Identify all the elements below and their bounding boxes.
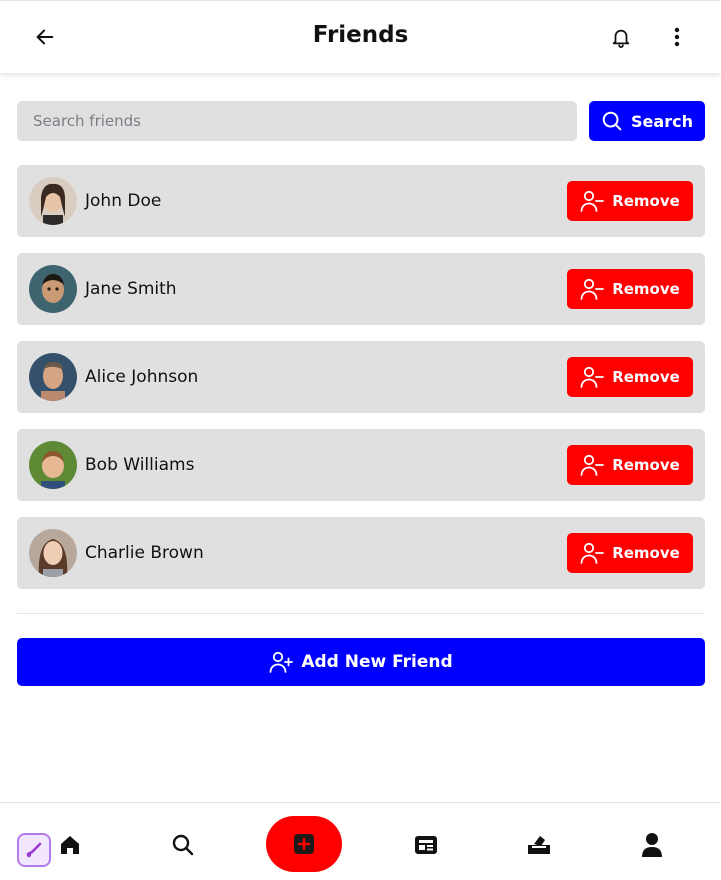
profile-icon [642, 833, 662, 857]
more-options-button[interactable] [661, 21, 693, 53]
user-minus-icon [580, 190, 605, 212]
friend-name: Jane Smith [85, 279, 177, 299]
remove-friend-button[interactable]: Remove [567, 181, 693, 221]
list-item: John Doe Remove [17, 165, 705, 237]
list-item: Alice Johnson Remove [17, 341, 705, 413]
remove-label: Remove [612, 456, 680, 474]
remove-label: Remove [612, 192, 680, 210]
add-new-friend-label: Add New Friend [301, 652, 453, 672]
friend-name: Bob Williams [85, 455, 195, 475]
user-plus-icon [269, 651, 294, 673]
add-new-friend-button[interactable]: Add New Friend [17, 638, 705, 686]
remove-label: Remove [612, 368, 680, 386]
user-minus-icon [580, 454, 605, 476]
remove-friend-button[interactable]: Remove [567, 269, 693, 309]
divider [17, 613, 705, 614]
bell-icon [612, 29, 630, 48]
remove-label: Remove [612, 544, 680, 562]
more-vertical-icon [674, 27, 680, 47]
nav-news[interactable] [411, 830, 441, 860]
friend-name: Charlie Brown [85, 543, 204, 563]
bottom-navigation [0, 802, 721, 880]
avatar [29, 353, 77, 401]
list-item: Jane Smith Remove [17, 253, 705, 325]
user-minus-icon [580, 278, 605, 300]
avatar [29, 529, 77, 577]
remove-friend-button[interactable]: Remove [567, 357, 693, 397]
friend-name: John Doe [85, 191, 162, 211]
avatar [29, 441, 77, 489]
home-icon [61, 836, 79, 854]
vote-icon [528, 836, 550, 854]
user-minus-icon [580, 366, 605, 388]
remove-friend-button[interactable]: Remove [567, 445, 693, 485]
friends-list: John Doe Remove Jane Smith Remove Alice … [17, 165, 705, 605]
remove-friend-button[interactable]: Remove [567, 533, 693, 573]
search-icon [172, 834, 194, 856]
checkmark-icon [26, 842, 42, 858]
app-shortcut-badge[interactable] [17, 833, 51, 867]
nav-search[interactable] [168, 830, 198, 860]
notifications-button[interactable] [605, 21, 637, 53]
nav-add-post-button[interactable] [266, 816, 342, 872]
remove-label: Remove [612, 280, 680, 298]
friend-name: Alice Johnson [85, 367, 199, 387]
search-input[interactable] [17, 101, 577, 141]
nav-home[interactable] [55, 830, 85, 860]
user-minus-icon [580, 542, 605, 564]
search-button-label: Search [631, 111, 693, 131]
avatar [29, 177, 77, 225]
search-icon [602, 111, 622, 131]
nav-profile[interactable] [637, 830, 667, 860]
top-app-bar: Friends [0, 0, 721, 73]
search-button[interactable]: Search [589, 101, 705, 141]
list-item: Bob Williams Remove [17, 429, 705, 501]
add-post-icon [294, 834, 314, 854]
list-item: Charlie Brown Remove [17, 517, 705, 589]
avatar [29, 265, 77, 313]
nav-vote[interactable] [524, 830, 554, 860]
news-icon [415, 836, 437, 854]
